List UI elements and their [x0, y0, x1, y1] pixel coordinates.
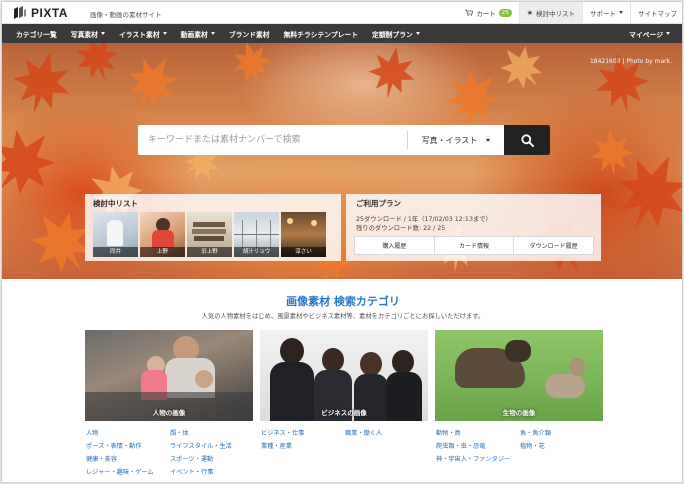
nav-video[interactable]: 動画素材 [174, 29, 222, 39]
review-thumbnails: 同弁 上野 旧上野 胡汁リョウ 淳さい [93, 212, 326, 257]
thumbnail-label: 同弁 [93, 247, 138, 257]
sitemap-link[interactable]: サイトマップ [630, 2, 682, 23]
review-thumbnail[interactable]: 同弁 [93, 212, 138, 257]
category-link[interactable]: ビジネス・仕事 [261, 428, 304, 437]
cart-count-badge: 25 [498, 8, 512, 17]
sitemap-label: サイトマップ [638, 9, 677, 18]
category-link[interactable]: レジャー・趣味・ゲーム [86, 467, 154, 476]
thumbnail-label: 旧上野 [187, 247, 232, 257]
search-button[interactable] [504, 125, 550, 155]
purchase-history-button[interactable]: 購入履歴 [355, 237, 434, 254]
download-history-button[interactable]: ダウンロード履歴 [513, 237, 593, 254]
caret-down-icon [486, 138, 491, 142]
category-link[interactable]: ライフスタイル・生活 [170, 441, 232, 450]
cart-label: カート [476, 9, 496, 18]
nav-label: 写真素材 [70, 30, 98, 39]
logo-text: PIXTA [31, 6, 68, 20]
nav-brand[interactable]: ブランド素材 [222, 29, 277, 39]
search-bar: 写真・イラスト [138, 125, 550, 155]
review-thumbnail[interactable]: 胡汁リョウ [234, 212, 279, 257]
category-card-business[interactable]: ビジネスの画像 [260, 330, 428, 421]
search-icon [520, 133, 534, 147]
category-link[interactable]: 健康・美容 [86, 454, 117, 463]
search-type-label: 写真・イラスト [421, 135, 478, 145]
top-nav: カート 25 ★ 検討中リスト サポート サイトマップ [458, 2, 682, 23]
category-link[interactable]: 爬虫類・虫・恐竜 [436, 441, 486, 450]
category-card-animals[interactable]: 生物の画像 [435, 330, 603, 421]
review-list-label: 検討中リスト [536, 9, 575, 18]
thumbnail-label: 淳さい [281, 247, 326, 257]
category-card-people[interactable]: 人物の画像 [85, 330, 253, 421]
plan-remaining: 残りのダウンロード数: 22 / 25 [356, 225, 446, 232]
plan-buttons: 購入履歴 カード情報 ダウンロード履歴 [354, 236, 594, 255]
top-bar: PIXTA 画像・動画の素材サイト カート 25 ★ 検討中リスト サポート サ… [2, 2, 682, 24]
review-thumbnail[interactable]: 淳さい [281, 212, 326, 257]
review-thumbnail[interactable]: 旧上野 [187, 212, 232, 257]
plan-panel: ご利用プラン 25ダウンロード / 1年（17/02/03 12:13まで） 残… [346, 194, 601, 261]
category-link[interactable]: 魚・魚介類 [520, 428, 551, 437]
star-icon: ★ [526, 8, 533, 17]
nav-label: イラスト素材 [118, 30, 160, 39]
category-link[interactable]: 業種・産業 [261, 441, 292, 450]
caret-down-icon [619, 11, 623, 14]
caret-down-icon [100, 32, 105, 35]
cart-icon [465, 9, 474, 16]
nav-mypage[interactable]: マイページ [622, 29, 682, 39]
cart-link[interactable]: カート 25 [458, 2, 519, 23]
category-link[interactable]: 職業・働く人 [345, 428, 382, 437]
nav-label: マイページ [629, 30, 663, 39]
support-menu[interactable]: サポート [582, 2, 630, 23]
logo[interactable]: PIXTA [13, 6, 68, 20]
photo-credit: 18421603 | Photo by mark. [589, 58, 672, 65]
thumbnail-label: 上野 [140, 247, 185, 257]
review-list-title: 検討中リスト [93, 199, 138, 208]
category-link[interactable]: 神・宇宙人・ファンタジー [436, 454, 510, 463]
review-thumbnail[interactable]: 上野 [140, 212, 185, 257]
category-card-label: ビジネスの画像 [321, 409, 367, 417]
review-list-link[interactable]: ★ 検討中リスト [518, 2, 582, 23]
main-nav: カテゴリ一覧 写真素材 イラスト素材 動画素材 ブランド素材 無料チラシテンプレ… [2, 24, 682, 43]
category-link[interactable]: 顔・体 [170, 428, 189, 437]
category-link[interactable]: イベント・行事 [170, 467, 213, 476]
category-card-label: 人物の画像 [152, 409, 186, 417]
nav-label: カテゴリ一覧 [16, 30, 57, 39]
category-link[interactable]: 動物・鳥 [436, 428, 461, 437]
category-section-subtitle: 人気の人物素材をはじめ、風景素材やビジネス素材等、素材をカテゴリごとにお探しいた… [201, 313, 485, 320]
hero-banner: 18421603 | Photo by mark. 写真・イラスト 検討中リスト [2, 43, 682, 279]
caret-down-icon [210, 32, 215, 35]
page: PIXTA 画像・動画の素材サイト カート 25 ★ 検討中リスト サポート サ… [1, 1, 683, 483]
nav-label: 定額制プラン [372, 30, 413, 39]
support-label: サポート [590, 9, 616, 18]
category-section-title: 画像素材 検索カテゴリ [286, 295, 400, 308]
nav-illustration[interactable]: イラスト素材 [112, 29, 174, 39]
plan-title: ご利用プラン [356, 199, 401, 208]
nav-subscription[interactable]: 定額制プラン [365, 29, 427, 39]
category-link[interactable]: 人物 [86, 428, 98, 437]
category-link[interactable]: ポーズ・表情・動作 [86, 441, 141, 450]
category-link[interactable]: スポーツ・運動 [170, 454, 213, 463]
nav-category-list[interactable]: カテゴリ一覧 [2, 29, 64, 39]
card-info-button[interactable]: カード情報 [433, 237, 514, 254]
nav-label: 動画素材 [180, 30, 208, 39]
nav-label: 無料チラシテンプレート [283, 30, 359, 39]
caret-down-icon [162, 32, 167, 35]
nav-photo[interactable]: 写真素材 [64, 29, 112, 39]
pixta-logo-icon [13, 6, 27, 20]
category-card-label: 生物の画像 [502, 409, 536, 417]
category-links: 人物 ポーズ・表情・動作 健康・美容 レジャー・趣味・ゲーム 顔・体 ライフスタ… [2, 428, 682, 482]
caret-down-icon [666, 32, 670, 35]
search-input[interactable] [138, 125, 407, 155]
caret-down-icon [415, 32, 420, 35]
site-tagline: 画像・動画の素材サイト [90, 11, 162, 19]
nav-free-flyer[interactable]: 無料チラシテンプレート [277, 29, 365, 39]
category-link[interactable]: 植物・花 [520, 441, 545, 450]
review-list-panel: 検討中リスト 同弁 上野 旧上野 胡汁リョウ 淳さい [85, 194, 341, 261]
nav-label: ブランド素材 [228, 30, 270, 39]
search-type-select[interactable]: 写真・イラスト [408, 135, 504, 146]
thumbnail-label: 胡汁リョウ [234, 247, 279, 257]
plan-period: 25ダウンロード / 1年（17/02/03 12:13まで） [356, 216, 492, 223]
